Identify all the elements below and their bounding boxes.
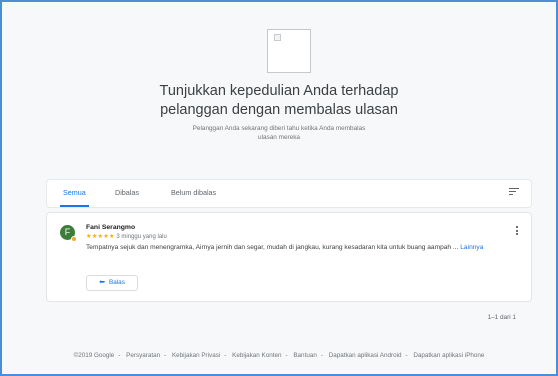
pagination-info: 1–1 dari 1 — [487, 314, 516, 321]
title-line-1: Tunjukkan kepedulian Anda terhadap — [159, 83, 399, 99]
footer-link-content-policy[interactable]: Kebijakan Konten — [232, 352, 281, 359]
review-time: 3 minggu yang lalu — [116, 234, 167, 240]
reply-button[interactable]: ⬅ Balas — [86, 275, 138, 291]
footer-copyright: ©2019 Google — [73, 352, 115, 359]
footer-link-terms[interactable]: Persyaratan — [126, 352, 160, 359]
review-text: Tempatnya sejuk dan menengramka, Airnya … — [86, 243, 522, 252]
reply-label: Balas — [108, 279, 125, 286]
page-title: Tunjukkan kepedulian Anda terhadap pelan… — [2, 82, 556, 120]
footer: ©2019 Google - Persyaratan - Kebijakan Pri… — [73, 352, 485, 359]
star-rating-icon: ★★★★★ — [86, 233, 115, 240]
filter-sort-icon[interactable] — [509, 188, 519, 198]
footer-link-android-app[interactable]: Dapatkan aplikasi Android — [329, 352, 402, 359]
reviewer-name[interactable]: Fani Serangmo — [86, 224, 135, 231]
subtitle-line-1: Pelanggan Anda sekarang diberi tahu keti… — [192, 125, 366, 132]
reply-arrow-icon: ⬅ — [99, 279, 105, 286]
footer-link-iphone-app[interactable]: Dapatkan aplikasi iPhone — [413, 352, 484, 359]
footer-link-help[interactable]: Bantuan — [293, 352, 316, 359]
rating-row: ★★★★★ 3 minggu yang lalu — [86, 233, 167, 240]
subtitle-line-2: ulasan mereka — [258, 134, 300, 141]
title-line-2: pelanggan dengan membalas ulasan — [160, 102, 398, 118]
more-vert-icon[interactable] — [516, 226, 519, 237]
placeholder-image — [267, 29, 311, 73]
review-tabs: Semua Dibalas Belum dibalas — [47, 180, 531, 207]
reviews-page: Tunjukkan kepedulian Anda terhadap pelan… — [2, 2, 556, 374]
broken-image-icon — [274, 34, 281, 41]
footer-link-privacy[interactable]: Kebijakan Privasi — [172, 352, 220, 359]
more-link[interactable]: Lainnya — [460, 244, 483, 251]
tab-belum-dibalas[interactable]: Belum dibalas — [171, 180, 216, 207]
review-card: F Fani Serangmo ★★★★★ 3 minggu yang lalu… — [47, 213, 531, 301]
page-subtitle: Pelanggan Anda sekarang diberi tahu keti… — [2, 124, 556, 142]
local-guide-badge-icon — [71, 236, 77, 242]
tab-semua[interactable]: Semua — [60, 180, 89, 207]
tab-dibalas[interactable]: Dibalas — [115, 180, 139, 207]
review-body: Tempatnya sejuk dan menengramka, Airnya … — [86, 244, 459, 251]
